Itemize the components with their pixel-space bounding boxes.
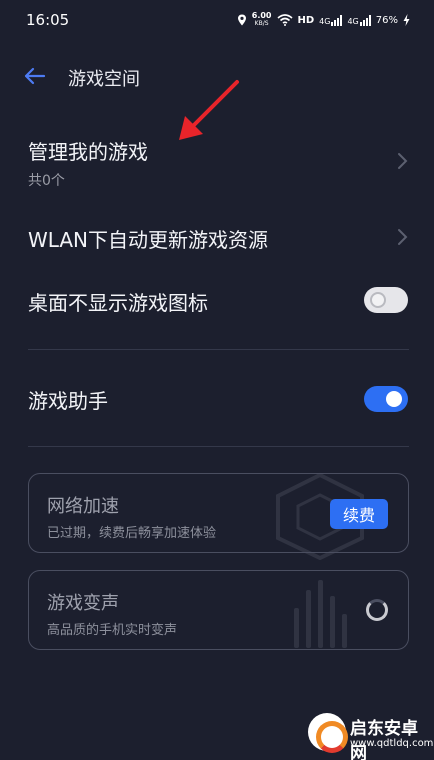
hide-desktop-icon-title: 桌面不显示游戏图标 — [28, 291, 208, 315]
hd-badge: HD — [297, 14, 315, 26]
chevron-right-icon — [398, 229, 408, 245]
wlan-auto-update-title: WLAN下自动更新游戏资源 — [28, 228, 269, 252]
divider — [28, 446, 409, 447]
network-acceleration-title: 网络加速 — [47, 496, 119, 517]
watermark-url: www.qdtldq.com — [350, 738, 434, 749]
network-acceleration-desc: 已过期，续费后畅享加速体验 — [47, 526, 217, 541]
voice-changer-card[interactable]: 游戏变声 高品质的手机实时变声 — [28, 570, 409, 650]
signal-1: 4G — [319, 14, 343, 26]
game-assistant-title: 游戏助手 — [28, 389, 108, 413]
voice-changer-desc: 高品质的手机实时变声 — [47, 623, 178, 638]
divider — [28, 349, 409, 350]
status-icons: 6.00 KB/S HD 4G 4G 76% — [237, 12, 410, 28]
location-icon — [237, 14, 246, 26]
watermark: 启东安卓网 www.qdtldq.com — [290, 710, 434, 760]
wlan-auto-update-row[interactable]: WLAN下自动更新游戏资源 — [0, 215, 434, 261]
voice-changer-title: 游戏变声 — [47, 593, 119, 614]
watermark-logo-icon — [308, 713, 348, 753]
toggle-knob — [370, 292, 386, 308]
network-acceleration-card[interactable]: 网络加速 已过期，续费后畅享加速体验 续费 — [28, 473, 409, 553]
game-count: 共0个 — [28, 173, 65, 189]
game-assistant-row: 游戏助手 — [0, 376, 434, 422]
watermark-name: 启东安卓网 — [350, 719, 418, 760]
renew-button[interactable]: 续费 — [330, 499, 388, 529]
loading-spinner-icon — [366, 599, 388, 621]
battery-level: 76% — [375, 14, 398, 26]
game-assistant-toggle[interactable] — [364, 386, 408, 412]
signal-bars-icon — [359, 14, 371, 26]
signal-1-label: 4G — [319, 16, 331, 26]
signal-2: 4G — [347, 14, 371, 26]
screen: 16:05 6.00 KB/S HD 4G 4G 76% 游戏空间 管理我的游戏… — [0, 0, 434, 760]
net-speed: 6.00 KB/S — [252, 12, 272, 28]
hide-desktop-icon-row: 桌面不显示游戏图标 — [0, 278, 434, 324]
back-arrow-icon[interactable] — [22, 63, 48, 89]
chevron-right-icon — [398, 153, 408, 169]
charging-icon — [403, 14, 410, 26]
toggle-knob — [386, 391, 402, 407]
net-speed-value: 6.00 — [251, 11, 272, 20]
manage-games-row[interactable]: 管理我的游戏 共0个 — [0, 130, 434, 200]
net-speed-unit: KB/S — [254, 20, 269, 27]
page-title: 游戏空间 — [68, 69, 140, 90]
status-time: 16:05 — [26, 11, 70, 29]
status-bar: 16:05 6.00 KB/S HD 4G 4G 76% — [0, 0, 434, 40]
signal-2-label: 4G — [347, 16, 359, 26]
manage-games-title: 管理我的游戏 — [28, 140, 148, 164]
wifi-icon — [276, 14, 293, 26]
signal-bars-icon — [331, 14, 343, 26]
hide-desktop-icon-toggle[interactable] — [364, 287, 408, 313]
